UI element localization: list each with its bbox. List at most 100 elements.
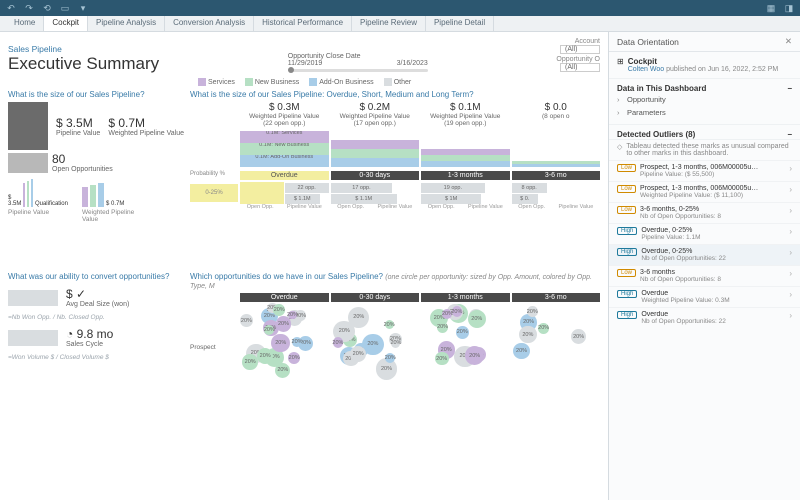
term-value: $ 0.1M <box>421 102 510 113</box>
bubble-mark[interactable]: 20% <box>452 306 463 317</box>
chevron-right-icon: › <box>789 269 792 278</box>
lightbulb-icon: ◇ <box>617 143 622 157</box>
kpi-bar <box>8 102 48 150</box>
data-source-item[interactable]: Opportunity <box>617 93 792 106</box>
prob-opp: 8 opp. <box>512 183 547 193</box>
bubble-mark[interactable]: 20% <box>288 352 300 364</box>
prob-val: $ 1.1M <box>285 194 320 204</box>
tab-pipeline-detail[interactable]: Pipeline Detail <box>426 16 494 31</box>
filter-opportunity-value[interactable]: (All) <box>560 63 600 72</box>
bubble-mark[interactable]: 20% <box>519 326 537 344</box>
bubble-cell[interactable]: 20%20%20%20%20%20%20%20%20%20%20%20%20%2… <box>240 302 329 392</box>
term-note: (19 open opp.) <box>421 120 510 127</box>
bubble-mark[interactable]: 20% <box>288 311 297 320</box>
axis-label: $ 3.5M <box>8 195 21 207</box>
bubble-mark[interactable]: 20% <box>271 334 290 353</box>
bubble-mark[interactable]: 20% <box>468 310 486 328</box>
bubble-cell[interactable]: 20%20%20%20%20%20%20%20%20%20%20%20%20%2… <box>421 302 510 392</box>
present-icon[interactable]: ▦ <box>766 3 776 13</box>
outlier-item[interactable]: Low3-6 monthsNb of Open Opportunities: 8… <box>609 265 800 286</box>
outlier-item[interactable]: HighOverdueWeighted Pipeline Value: 0.3M… <box>609 286 800 307</box>
axis-label: Open Opp. <box>518 204 545 210</box>
collapse-icon[interactable]: − <box>787 84 792 93</box>
bubble-mark[interactable]: 20% <box>465 346 484 365</box>
kpi-label: Weighted Pipeline Value <box>108 130 184 137</box>
tab-conversion-analysis[interactable]: Conversion Analysis <box>165 16 254 31</box>
outlier-list: LowProspect, 1-3 months, 006M00005u…Pipe… <box>609 160 800 500</box>
kpi-label: Pipeline Value <box>56 130 100 137</box>
axis-label: Pipeline Value <box>378 204 413 210</box>
tab-home[interactable]: Home <box>6 16 44 31</box>
tab-pipeline-review[interactable]: Pipeline Review <box>352 16 426 31</box>
outlier-title: 3-6 months <box>640 269 770 276</box>
outlier-item[interactable]: LowProspect, 1-3 months, 006M00005u…Weig… <box>609 181 800 202</box>
card-title: Which opportunities do we have in our Sa… <box>190 272 600 290</box>
term-band[interactable]: 1-3 months <box>421 171 510 180</box>
outlier-badge: High <box>617 227 637 235</box>
bubble-mark[interactable]: 20% <box>273 304 285 316</box>
axis-label: Open Opp. <box>337 204 364 210</box>
kpi-label: Sales Cycle <box>66 341 113 348</box>
bubble-mark[interactable]: 20% <box>435 352 449 366</box>
bubble-mark[interactable]: 20% <box>391 339 400 348</box>
bubble-mark[interactable]: 20% <box>276 316 292 332</box>
device-icon[interactable]: ▭ <box>60 3 70 13</box>
mini-caption: Weighted Pipeline Value <box>82 209 142 223</box>
bubble-mark[interactable]: 20% <box>538 323 549 334</box>
tab-cockpit[interactable]: Cockpit <box>44 16 88 31</box>
bubble-mark[interactable]: 20% <box>385 320 394 329</box>
outlier-item[interactable]: HighOverdue, 0-25%Nb of Open Opportuniti… <box>609 244 800 265</box>
app-topbar: ↶ ↷ ⟲ ▭ ▾ ▦ ◨ <box>0 0 800 16</box>
filter-account-value[interactable]: (All) <box>560 45 600 54</box>
bubble-mark[interactable]: 20% <box>437 322 448 333</box>
outlier-item[interactable]: LowProspect, 1-3 months, 006M00005u…Pipe… <box>609 160 800 181</box>
section-data-title: Data in This Dashboard <box>617 84 706 93</box>
outlier-item[interactable]: Low3-6 months, 0-25%Nb of Open Opportuni… <box>609 202 800 223</box>
kpi-label: Avg Deal Size (won) <box>66 301 129 308</box>
refresh-icon[interactable]: ⟲ <box>42 3 52 13</box>
redo-icon[interactable]: ↷ <box>24 3 34 13</box>
prob-val: $ 1M <box>421 194 481 204</box>
bubble-mark[interactable]: 20% <box>456 326 469 339</box>
axis-label: Open Opp. <box>428 204 455 210</box>
date-slider[interactable] <box>288 69 428 72</box>
stack-seg: 0.1M: Services <box>240 131 329 143</box>
outlier-badge: Low <box>617 164 636 172</box>
term-band[interactable]: 0-30 days <box>331 171 420 180</box>
date-range-filter[interactable]: Opportunity Close Date 11/29/2019 3/16/2… <box>288 53 428 74</box>
bubble-cell[interactable]: 20%20%20%20%20%20% <box>512 302 601 392</box>
collapse-icon[interactable]: − <box>787 130 792 139</box>
bubble-mark[interactable]: 20% <box>350 346 366 362</box>
bubble-cell[interactable]: 20%20%20%20%20%20%20%20%20%20%20%20%20%2… <box>331 302 420 392</box>
bubble-mark[interactable]: 20% <box>527 306 538 317</box>
tab-pipeline-analysis[interactable]: Pipeline Analysis <box>88 16 165 31</box>
legend-label: Services <box>208 79 235 86</box>
card-bubbles: Which opportunities do we have in our Sa… <box>190 272 600 424</box>
term-band-overdue[interactable]: Overdue <box>240 171 329 180</box>
author-link[interactable]: Colten Woo <box>628 66 664 73</box>
axis-label: Qualification <box>35 201 68 207</box>
outlier-item[interactable]: HighOverdueNb of Open Opportunities: 22› <box>609 307 800 328</box>
card-title: What was our ability to convert opportun… <box>8 272 184 281</box>
bubble-mark[interactable]: 20% <box>571 329 586 344</box>
legend-swatch-newbusiness <box>245 78 253 86</box>
undo-icon[interactable]: ↶ <box>6 3 16 13</box>
panel-toggle-icon[interactable]: ◨ <box>784 3 794 13</box>
kpi-pipeline-value: $ 3.5M <box>56 116 100 130</box>
bubble-mark[interactable]: 20% <box>242 354 257 369</box>
bubble-mark[interactable]: 20% <box>292 337 302 347</box>
chevron-right-icon: › <box>789 206 792 215</box>
legend: Services New Business Add-On Business Ot… <box>198 78 600 86</box>
outlier-detail: Nb of Open Opportunities: 8 <box>640 213 785 220</box>
bubble-mark[interactable]: 20% <box>513 343 529 359</box>
card-title: What is the size of our Sales Pipeline: … <box>190 90 600 99</box>
term-band[interactable]: 3-6 mo <box>512 171 601 180</box>
chevron-down-icon[interactable]: ▾ <box>78 3 88 13</box>
outlier-item[interactable]: HighOverdue, 0-25%Pipeline Value: 1.1M› <box>609 223 800 244</box>
close-icon[interactable]: ✕ <box>785 36 792 47</box>
bubble-mark[interactable]: 20% <box>240 314 253 327</box>
outlier-detail: Nb of Open Opportunities: 22 <box>641 318 785 325</box>
data-source-item[interactable]: Parameters <box>617 106 792 119</box>
bubble-mark[interactable]: 20% <box>333 337 343 347</box>
tab-historical-performance[interactable]: Historical Performance <box>254 16 352 31</box>
